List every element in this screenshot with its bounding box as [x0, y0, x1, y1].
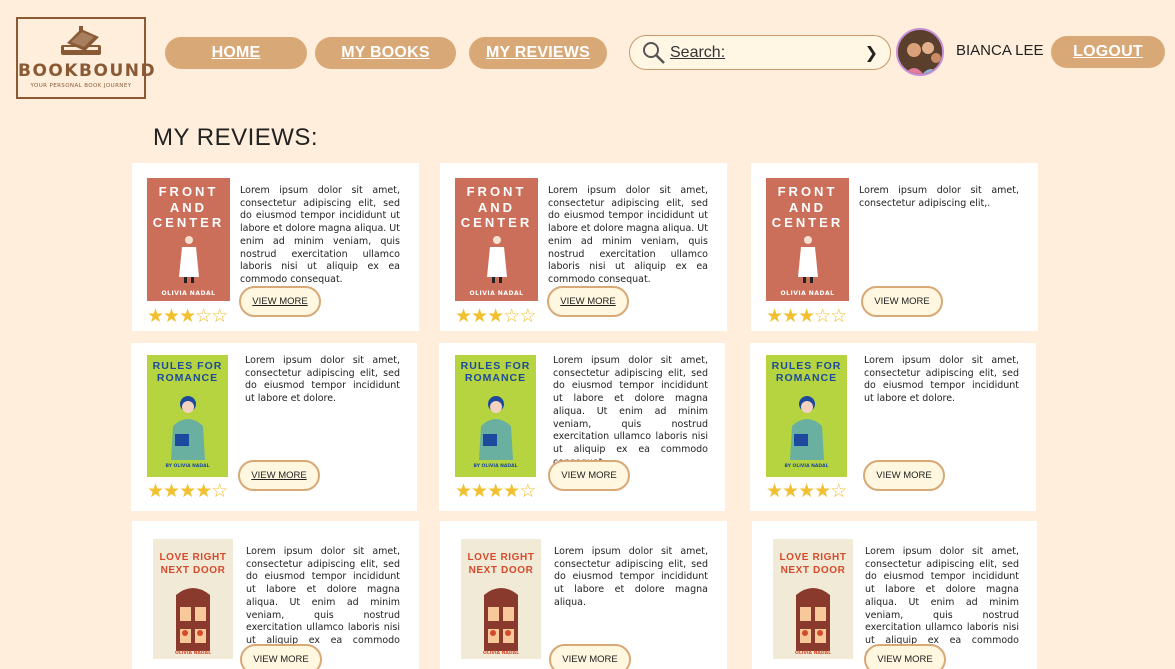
- book-cover[interactable]: RULES FOR ROMANCE BY OLIVIA NADAL: [147, 355, 228, 477]
- view-more-button[interactable]: VIEW MORE: [238, 460, 320, 491]
- star-rating: ★★★★☆: [147, 480, 228, 502]
- logout-button[interactable]: LOGOUT: [1051, 36, 1165, 68]
- review-card: FRONT AND CENTER OLIVIA NADAL Lorem ipsum …: [751, 163, 1038, 331]
- star-rating: ★★★★☆: [455, 480, 536, 502]
- star-rating: ★★★★☆: [766, 480, 847, 502]
- book-cover[interactable]: RULES FOR ROMANCE BY OLIVIA NADAL: [455, 355, 536, 477]
- book-cover[interactable]: FRONT AND CENTER OLIVIA NADAL: [455, 178, 538, 301]
- review-text: Lorem ipsum dolor sit amet, consectetur …: [548, 185, 708, 285]
- star-rating: ★★★☆☆: [455, 305, 536, 327]
- view-more-button[interactable]: VIEW MORE: [864, 644, 946, 669]
- review-text: Lorem ipsum dolor sit amet, consectetur …: [245, 355, 400, 405]
- view-more-button[interactable]: VIEW MORE: [239, 286, 321, 317]
- book-cover[interactable]: LOVE RIGHT NEXT DOOR OLIVIA NADAL: [153, 539, 233, 659]
- review-text: Lorem ipsum dolor sit amet, consectetur …: [864, 355, 1019, 405]
- page-title: MY REVIEWS:: [153, 124, 319, 151]
- star-rating: ★★★☆☆: [147, 305, 228, 327]
- nav-my-books-button[interactable]: MY BOOKS: [315, 37, 456, 69]
- review-card: LOVE RIGHT NEXT DOOR OLIVIA NADAL Lorem i…: [752, 521, 1037, 669]
- review-card: RULES FOR ROMANCE BY OLIVIA NADAL Lorem i…: [131, 343, 417, 511]
- view-more-button[interactable]: VIEW MORE: [547, 286, 629, 317]
- brand-tagline: YOUR PERSONAL BOOK JOURNEY: [30, 83, 132, 89]
- book-cover[interactable]: FRONT AND CENTER OLIVIA NADAL: [766, 178, 849, 301]
- review-text: Lorem ipsum dolor sit amet, consectetur …: [240, 185, 400, 285]
- view-more-button[interactable]: VIEW MORE: [240, 644, 322, 669]
- review-text: Lorem ipsum dolor sit amet, consectetur …: [859, 185, 1019, 209]
- book-cover[interactable]: LOVE RIGHT NEXT DOOR OLIVIA NADAL: [461, 539, 541, 659]
- search-icon: [643, 41, 665, 64]
- book-cover[interactable]: LOVE RIGHT NEXT DOOR OLIVIA NADAL: [773, 539, 853, 659]
- review-card: LOVE RIGHT NEXT DOOR OLIVIA NADAL Lorem i…: [440, 521, 727, 669]
- review-card: RULES FOR ROMANCE BY OLIVIA NADAL Lorem i…: [750, 343, 1036, 511]
- search-input[interactable]: Search:: [670, 44, 865, 62]
- brand-name: BOOKBOUND: [18, 61, 157, 81]
- nav-my-reviews-button[interactable]: MY REVIEWS: [469, 37, 607, 69]
- review-text: Lorem ipsum dolor sit amet, consectetur …: [553, 355, 708, 468]
- review-card: FRONT AND CENTER OLIVIA NADAL Lorem ipsum …: [132, 163, 419, 331]
- review-card: FRONT AND CENTER OLIVIA NADAL Lorem ipsum …: [440, 163, 727, 331]
- view-more-button[interactable]: VIEW MORE: [548, 460, 630, 491]
- bookbound-logo[interactable]: BOOKBOUND YOUR PERSONAL BOOK JOURNEY: [16, 17, 157, 99]
- review-card: RULES FOR ROMANCE BY OLIVIA NADAL Lorem i…: [439, 343, 725, 511]
- search-bar[interactable]: Search: ❯: [629, 35, 891, 70]
- user-name: BIANCA LEE: [956, 42, 1044, 59]
- view-more-button[interactable]: VIEW MORE: [863, 460, 945, 491]
- nav-home-button[interactable]: HOME: [165, 37, 307, 69]
- chevron-right-icon[interactable]: ❯: [865, 43, 878, 62]
- view-more-button[interactable]: VIEW MORE: [861, 286, 943, 317]
- book-cover[interactable]: RULES FOR ROMANCE BY OLIVIA NADAL: [766, 355, 847, 477]
- book-stack-icon: [61, 26, 101, 55]
- view-more-button[interactable]: VIEW MORE: [549, 644, 631, 669]
- avatar[interactable]: [896, 28, 944, 76]
- review-card: LOVE RIGHT NEXT DOOR OLIVIA NADAL Lorem i…: [132, 521, 419, 669]
- review-text: Lorem ipsum dolor sit amet, consectetur …: [554, 546, 708, 608]
- star-rating: ★★★☆☆: [766, 305, 847, 327]
- book-cover[interactable]: FRONT AND CENTER OLIVIA NADAL: [147, 178, 230, 301]
